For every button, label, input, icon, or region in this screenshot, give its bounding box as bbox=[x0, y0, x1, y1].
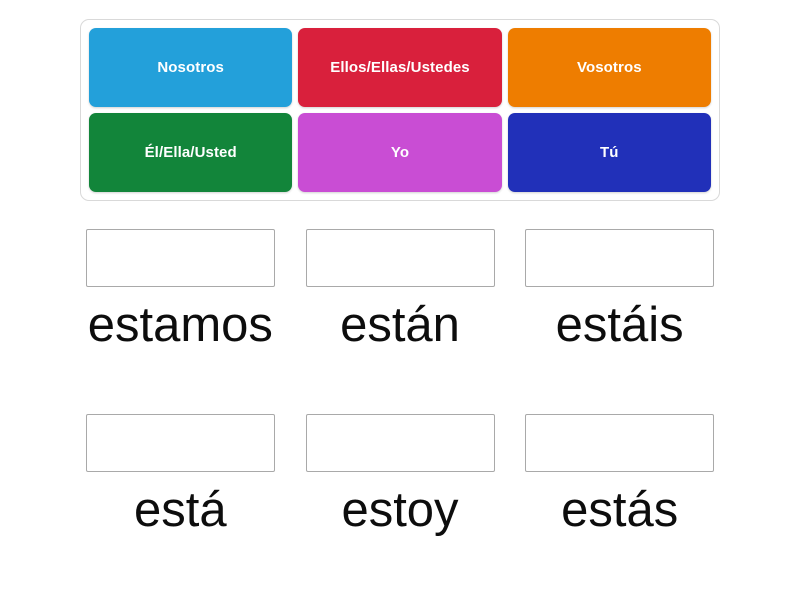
answer-word: está bbox=[134, 483, 227, 537]
answer-row: estamos están estáis bbox=[80, 215, 720, 400]
tile-label: Él/Ella/Usted bbox=[144, 143, 237, 161]
draggable-tile-ellos-ellas-ustedes[interactable]: Ellos/Ellas/Ustedes bbox=[298, 28, 502, 107]
draggable-tile-el-ella-usted[interactable]: Él/Ella/Usted bbox=[89, 113, 293, 192]
answer-word: estamos bbox=[87, 298, 273, 352]
drop-zone[interactable] bbox=[305, 229, 495, 287]
answer-word: estás bbox=[561, 483, 679, 537]
answer-area: estamos están estáis está estoy estás bbox=[80, 215, 720, 585]
drop-zone[interactable] bbox=[305, 414, 495, 472]
tile-label: Nosotros bbox=[157, 58, 224, 76]
tile-row: Él/Ella/Usted Yo Tú bbox=[89, 113, 711, 192]
draggable-tile-yo[interactable]: Yo bbox=[298, 113, 502, 192]
answer-cell-estas: estás bbox=[519, 400, 720, 585]
answer-cell-esta: está bbox=[80, 400, 281, 585]
answer-word: estoy bbox=[341, 483, 459, 537]
answer-cell-estamos: estamos bbox=[80, 215, 281, 400]
tile-label: Yo bbox=[390, 143, 410, 161]
tile-row: Nosotros Ellos/Ellas/Ustedes Vosotros bbox=[89, 28, 711, 107]
drop-zone[interactable] bbox=[525, 414, 715, 472]
answer-word: estáis bbox=[555, 298, 684, 352]
draggable-tile-tu[interactable]: Tú bbox=[507, 113, 711, 192]
tile-label: Ellos/Ellas/Ustedes bbox=[330, 58, 470, 76]
answer-cell-estoy: estoy bbox=[300, 400, 501, 585]
drop-zone[interactable] bbox=[525, 229, 715, 287]
tile-label: Tú bbox=[600, 143, 619, 161]
answer-cell-estais: estáis bbox=[519, 215, 720, 400]
drop-zone[interactable] bbox=[85, 414, 275, 472]
answer-cell-estan: están bbox=[300, 215, 501, 400]
tile-bank: Nosotros Ellos/Ellas/Ustedes Vosotros Él… bbox=[80, 19, 720, 201]
answer-row: está estoy estás bbox=[80, 400, 720, 585]
activity-root: Nosotros Ellos/Ellas/Ustedes Vosotros Él… bbox=[0, 0, 800, 600]
answer-word: están bbox=[340, 298, 460, 352]
draggable-tile-nosotros[interactable]: Nosotros bbox=[89, 28, 293, 107]
draggable-tile-vosotros[interactable]: Vosotros bbox=[507, 28, 711, 107]
drop-zone[interactable] bbox=[85, 229, 275, 287]
tile-label: Vosotros bbox=[576, 58, 642, 76]
